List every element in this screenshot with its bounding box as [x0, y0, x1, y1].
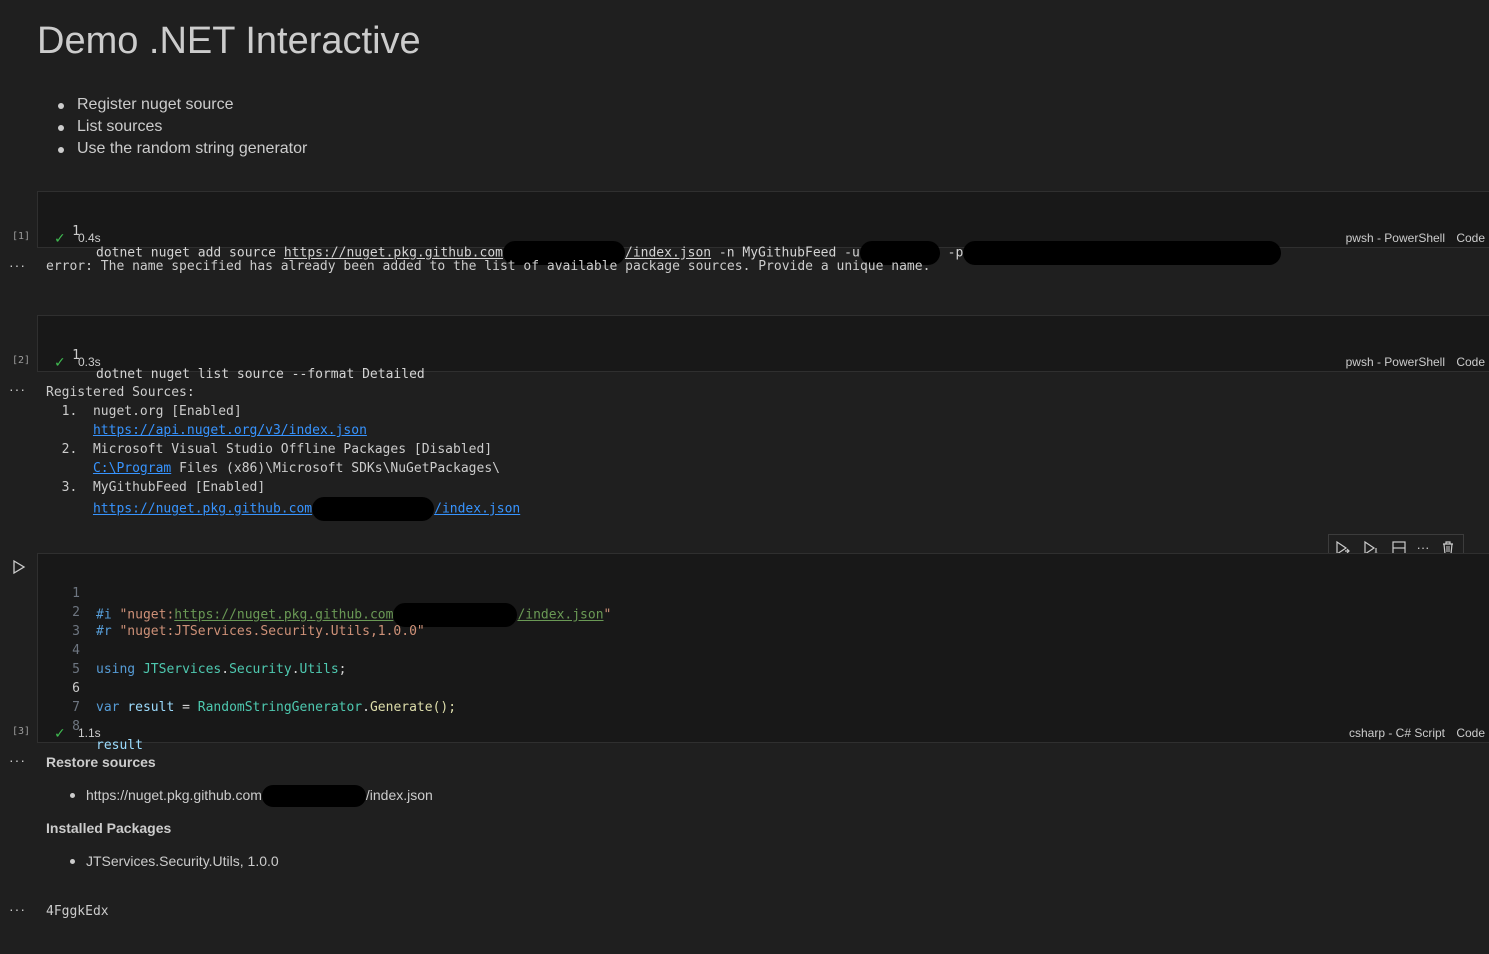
source-link[interactable]: https://nuget.pkg.github.com — [93, 502, 312, 517]
cell-output: error: The name specified has already be… — [46, 259, 931, 274]
code-line[interactable]: 8 result — [38, 698, 143, 753]
execution-count: [1] — [12, 231, 31, 242]
page-title: Demo .NET Interactive — [37, 20, 421, 62]
punct: . — [221, 662, 230, 677]
bullet-list: Register nuget source List sources Use t… — [37, 94, 307, 160]
keyword: var — [96, 700, 128, 715]
list-item: JTServices.Security.Utils, 1.0.0 — [46, 851, 279, 871]
keyword: using — [96, 662, 143, 677]
operator: = — [174, 700, 198, 715]
execution-duration: 1.1s — [78, 726, 101, 740]
source-link[interactable]: https://api.nuget.org/v3/index.json — [93, 423, 367, 438]
list-item: Register nuget source — [37, 94, 307, 116]
list-item: https://nuget.pkg.github.com/index.json — [46, 785, 433, 808]
code-line[interactable]: 5 — [38, 641, 80, 677]
string-literal: " — [603, 607, 612, 623]
kernel-picker[interactable]: csharp - C# Script — [1349, 724, 1445, 742]
code-line[interactable]: 4 using JTServices.Security.Utils; — [38, 622, 346, 677]
punct: (); — [432, 700, 457, 715]
kernel-picker[interactable]: pwsh - PowerShell — [1346, 229, 1445, 247]
code-line[interactable]: 3 — [38, 603, 80, 639]
redaction — [312, 497, 435, 521]
namespace: JTServices — [142, 662, 222, 677]
output-menu-icon[interactable]: ··· — [9, 257, 26, 273]
installed-packages-list: JTServices.Security.Utils, 1.0.0 — [46, 851, 279, 871]
punct: . — [291, 662, 300, 677]
list-item: List sources — [37, 116, 307, 138]
execution-duration: 0.3s — [78, 355, 101, 369]
code-cell-2[interactable]: 1 dotnet nuget list source --format Deta… — [37, 315, 1489, 382]
kernel-picker[interactable]: pwsh - PowerShell — [1346, 353, 1445, 371]
check-icon: ✓ — [54, 354, 66, 370]
source-path: Files (x86)\Microsoft SDKs\NuGetPackages… — [171, 461, 500, 476]
output-menu-icon[interactable]: ··· — [9, 381, 26, 397]
method-name: Generate — [369, 700, 433, 715]
string-literal: "nuget: — [119, 607, 175, 623]
code-cell-3[interactable]: 1 #i "nuget:https://nuget.pkg.github.com… — [37, 553, 1489, 753]
directive: #i — [96, 607, 120, 623]
restore-sources-heading: Restore sources — [46, 754, 156, 770]
code-text: -p — [939, 245, 964, 261]
cell-status-bar: ✓ 0.3s pwsh - PowerShell Code — [38, 353, 1489, 371]
source-number: 3. — [61, 480, 78, 495]
restore-sources-list: https://nuget.pkg.github.com/index.json — [46, 785, 433, 808]
language-picker[interactable]: Code — [1456, 229, 1485, 247]
punct: . — [362, 700, 370, 715]
output-menu-icon[interactable]: ··· — [9, 901, 26, 917]
source-number: 2. — [61, 442, 78, 457]
namespace: Security — [229, 662, 292, 677]
source-link[interactable]: C:\Program — [93, 461, 171, 476]
cell-status-bar: ✓ 1.1s csharp - C# Script Code — [38, 724, 1489, 742]
code-link[interactable]: https://nuget.pkg.github.com — [174, 608, 393, 623]
code-line[interactable]: 1 dotnet nuget add source https://nuget.… — [38, 203, 1282, 265]
code-line[interactable]: 1 dotnet nuget list source --format Deta… — [38, 327, 425, 382]
cell-output: Registered Sources: 1. nuget.org [Enable… — [46, 383, 520, 521]
execution-count: [2] — [12, 355, 31, 366]
source-number: 1. — [61, 404, 78, 419]
language-picker[interactable]: Code — [1456, 724, 1485, 742]
code-cell-1[interactable]: 1 dotnet nuget add source https://nuget.… — [37, 191, 1489, 265]
code-link[interactable]: /index.json — [517, 608, 603, 623]
installed-packages-heading: Installed Packages — [46, 820, 172, 836]
language-picker[interactable]: Code — [1456, 353, 1485, 371]
source-link[interactable]: /index.json — [434, 502, 520, 517]
cell-result: 4FggkEdx — [46, 904, 109, 919]
execution-duration: 0.4s — [78, 231, 101, 245]
source-name: Microsoft Visual Studio Offline Packages… — [92, 442, 493, 457]
output-header: Registered Sources: — [46, 385, 195, 400]
source-name: nuget.org [Enabled] — [92, 404, 242, 419]
string-literal: "nuget:JTServices.Security.Utils,1.0.0" — [119, 624, 425, 639]
check-icon: ✓ — [54, 230, 66, 246]
check-icon: ✓ — [54, 725, 66, 741]
variable: result — [127, 700, 175, 715]
list-item: Use the random string generator — [37, 138, 307, 160]
restore-url: https://nuget.pkg.github.com — [86, 787, 262, 803]
redaction — [261, 785, 366, 808]
restore-url: /index.json — [365, 787, 433, 803]
execute-cell-icon[interactable] — [12, 559, 26, 580]
code-line[interactable]: 1 #i "nuget:https://nuget.pkg.github.com… — [38, 565, 611, 627]
class-name: RandomStringGenerator — [197, 700, 363, 715]
namespace: Utils — [299, 662, 339, 677]
output-menu-icon[interactable]: ··· — [9, 752, 26, 768]
directive: #r — [96, 624, 120, 639]
code-line[interactable]: 7 — [38, 679, 80, 715]
execution-count: [3] — [12, 726, 31, 737]
punct: ; — [338, 662, 347, 677]
code-line[interactable]: 2 #r "nuget:JTServices.Security.Utils,1.… — [38, 584, 425, 639]
code-line[interactable]: 6 var result = RandomStringGenerator.Gen… — [38, 660, 456, 715]
cell-status-bar: ✓ 0.4s pwsh - PowerShell Code — [38, 229, 1489, 247]
source-name: MyGithubFeed [Enabled] — [92, 480, 266, 495]
